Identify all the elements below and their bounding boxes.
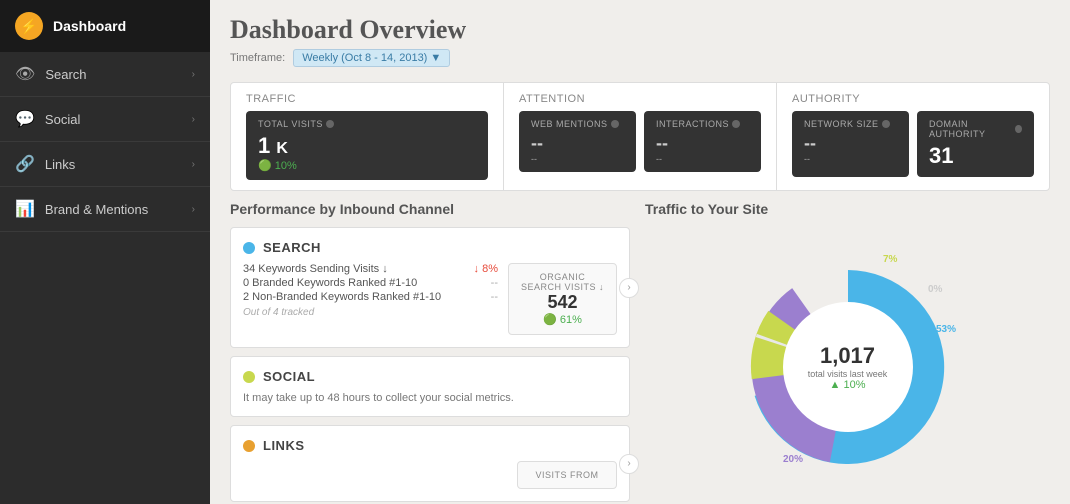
links-stats [243, 461, 507, 489]
sidebar-label-social: Social [45, 112, 80, 127]
total-visits-card: TOTAL VISITS 1 K 🟢 10% [246, 111, 488, 180]
sidebar-label-links: Links [45, 157, 75, 172]
web-mentions-sub: -- [531, 154, 624, 164]
chevron-right-icon: › [192, 204, 195, 215]
interactions-card: INTERACTIONS -- -- [644, 111, 761, 172]
web-mentions-value: -- [531, 133, 624, 154]
sidebar-item-links[interactable]: 🔗 Links › [0, 142, 210, 187]
organic-sublabel: search visits ↓ [521, 282, 604, 292]
social-channel-dot [243, 371, 255, 383]
sidebar-item-search[interactable]: 👁 Search › [0, 52, 210, 97]
total-visits-pct: 🟢 10% [258, 159, 476, 172]
search-channel-card: SEARCH 34 Keywords Sending Visits ↓ ↓ 8%… [230, 227, 630, 348]
search-footer: Out of 4 tracked [243, 307, 498, 318]
links-visits-label: VISITS from [530, 470, 604, 480]
network-size-card: NETWORK SIZE -- -- [792, 111, 909, 177]
links-scroll-icon[interactable]: › [619, 454, 639, 474]
donut-label-53: 53% [936, 324, 956, 335]
info-icon [882, 120, 890, 128]
chevron-right-icon: › [192, 69, 195, 80]
info-icon [732, 120, 740, 128]
donut-label-7: 7% [883, 254, 898, 265]
sidebar-item-social[interactable]: 💬 Social › [0, 97, 210, 142]
search-channel-body: 34 Keywords Sending Visits ↓ ↓ 8% 0 Bran… [243, 263, 617, 335]
domain-authority-card: DOMAIN AUTHORITY 31 [917, 111, 1034, 177]
interactions-label: INTERACTIONS [656, 119, 729, 129]
donut-chart-container: 53% 20% 7% 0% 1,017 total visits last we… [645, 227, 1050, 504]
domain-authority-value: 31 [929, 143, 1022, 169]
main-content: Dashboard Overview Timeframe: Weekly (Oc… [210, 0, 1070, 504]
search-stat-keywords: 34 Keywords Sending Visits ↓ ↓ 8% [243, 263, 498, 275]
web-mentions-card: WEB MENTIONS -- -- [519, 111, 636, 172]
dashboard-icon: ⚡ [15, 12, 43, 40]
sidebar-label-search: Search [45, 67, 86, 82]
organic-value: 542 [521, 292, 604, 313]
social-message: It may take up to 48 hours to collect yo… [243, 392, 617, 404]
two-col-layout: Performance by Inbound Channel SEARCH 34… [210, 201, 1070, 504]
page-title: Dashboard Overview [230, 15, 1050, 45]
sidebar-label-brand: Brand & Mentions [45, 202, 148, 217]
traffic-section: Traffic TOTAL VISITS 1 K 🟢 10% [231, 83, 504, 190]
authority-title: Authority [792, 93, 1034, 105]
links-visits-box: VISITS from [517, 461, 617, 489]
right-column: Traffic to Your Site [645, 201, 1050, 504]
scroll-right-icon[interactable]: › [619, 278, 639, 298]
network-size-sub: -- [804, 154, 897, 164]
search-channel-name: SEARCH [263, 240, 321, 255]
organic-pct: 🟢 61% [521, 313, 604, 326]
donut-label-0: 0% [928, 284, 943, 295]
metrics-bar: Traffic TOTAL VISITS 1 K 🟢 10% Attention [230, 82, 1050, 191]
organic-label: ORGANIC [521, 272, 604, 282]
attention-title: Attention [519, 93, 761, 105]
eye-icon: 👁 [15, 64, 35, 84]
interactions-sub: -- [656, 154, 749, 164]
traffic-chart-title: Traffic to Your Site [645, 201, 1050, 217]
traffic-title: Traffic [246, 93, 488, 105]
donut-center-label: total visits last week [808, 369, 888, 379]
sidebar-header-label: Dashboard [53, 18, 126, 34]
chevron-right-icon: › [192, 159, 195, 170]
network-size-value: -- [804, 133, 897, 154]
interactions-value: -- [656, 133, 749, 154]
info-icon [611, 120, 619, 128]
social-channel-name: SOCIAL [263, 369, 315, 384]
search-stat-nonbranded: 2 Non-Branded Keywords Ranked #1-10 -- [243, 291, 498, 303]
page-header: Dashboard Overview Timeframe: Weekly (Oc… [210, 0, 1070, 72]
organic-box: ORGANIC search visits ↓ 542 🟢 61% [508, 263, 617, 335]
donut-center-value: 1,017 [808, 343, 888, 369]
chevron-right-icon: › [192, 114, 195, 125]
sidebar: ⚡ Dashboard 👁 Search › 💬 Social › 🔗 Link… [0, 0, 210, 504]
performance-title: Performance by Inbound Channel [230, 201, 630, 217]
links-channel-dot [243, 440, 255, 452]
donut-center-pct: ▲ 10% [808, 379, 888, 391]
timeframe-dropdown[interactable]: Weekly (Oct 8 - 14, 2013) ▼ [293, 49, 450, 67]
info-icon [1015, 125, 1022, 133]
sidebar-header[interactable]: ⚡ Dashboard [0, 0, 210, 52]
timeframe-label: Timeframe: [230, 52, 285, 64]
total-visits-value: 1 K [258, 133, 476, 159]
links-channel-card: LINKS VISITS from › [230, 425, 630, 502]
network-size-label: NETWORK SIZE [804, 119, 879, 129]
web-mentions-label: WEB MENTIONS [531, 119, 608, 129]
social-channel-card: SOCIAL It may take up to 48 hours to col… [230, 356, 630, 417]
chat-icon: 💬 [15, 109, 35, 129]
attention-section: Attention WEB MENTIONS -- -- INTERACTION… [504, 83, 777, 190]
link-icon: 🔗 [15, 154, 35, 174]
links-channel-body: VISITS from [243, 461, 617, 489]
links-channel-name: LINKS [263, 438, 305, 453]
sidebar-item-brand-mentions[interactable]: 📊 Brand & Mentions › [0, 187, 210, 232]
search-stat-branded: 0 Branded Keywords Ranked #1-10 -- [243, 277, 498, 289]
domain-authority-label: DOMAIN AUTHORITY [929, 119, 1012, 139]
donut-center: 1,017 total visits last week ▲ 10% [808, 343, 888, 391]
authority-section: Authority NETWORK SIZE -- -- DOMAIN AUTH… [777, 83, 1049, 190]
search-channel-dot [243, 242, 255, 254]
donut-label-20: 20% [783, 454, 803, 465]
total-visits-label: TOTAL VISITS [258, 119, 323, 129]
info-icon [326, 120, 334, 128]
left-column: Performance by Inbound Channel SEARCH 34… [230, 201, 630, 504]
chart-icon: 📊 [15, 199, 35, 219]
